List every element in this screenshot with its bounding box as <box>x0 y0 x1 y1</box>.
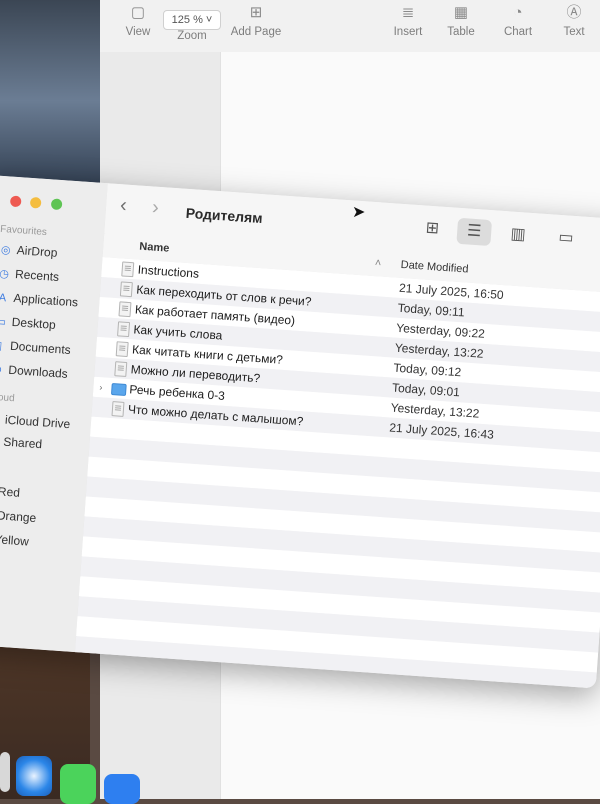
dock-app-icon[interactable] <box>0 752 10 792</box>
download-icon: ⊕ <box>0 363 3 377</box>
sidebar-item-downloads[interactable]: ⊕ Downloads <box>0 362 68 381</box>
sidebar-item-desktop[interactable]: ▭ Desktop <box>0 314 56 332</box>
list-icon: ☰ <box>466 222 482 241</box>
document-file-icon <box>115 341 129 358</box>
document-file-icon <box>118 301 132 318</box>
back-button[interactable]: ‹ <box>119 194 127 217</box>
zoom-select[interactable]: 125 % ˅ <box>162 10 222 30</box>
insert-icon: ≣ <box>401 4 415 21</box>
cloud-icon: ☁ <box>0 412 1 426</box>
name-column-header[interactable]: Name <box>139 241 170 255</box>
view-button[interactable]: ▢ View <box>120 0 156 38</box>
disclosure-triangle-icon[interactable]: › <box>99 377 103 397</box>
sidebar-item-airdrop[interactable]: ◎ AirDrop <box>0 242 58 260</box>
clock-icon: ◷ <box>0 267 10 281</box>
chart-button[interactable]: ◔ Chart <box>498 0 538 38</box>
icloud-heading: Cloud <box>0 391 15 405</box>
column-view-button[interactable]: ▥ <box>500 221 536 249</box>
insert-button[interactable]: ≣ Insert <box>388 0 428 38</box>
icon-view-button[interactable]: ⊞ <box>414 215 450 243</box>
sidebar-item-shared[interactable]: ▤Shared <box>0 433 43 452</box>
gallery-icon: ▭ <box>557 228 575 247</box>
document-file-icon <box>119 281 133 298</box>
document-file-icon <box>111 401 125 417</box>
favourites-heading: Favourites <box>0 223 48 239</box>
sidebar-tag-yellow[interactable]: Yellow <box>0 531 29 548</box>
file-list: Instructions 21 July 2025, 16:50 Как пере… <box>74 257 600 689</box>
safari-icon[interactable] <box>16 756 52 796</box>
mail-icon[interactable] <box>104 774 140 804</box>
text-button[interactable]: Ⓐ Text <box>556 0 592 38</box>
finder-window: Favourites ◎ AirDrop ◷ Recents A Applicatio… <box>0 175 600 689</box>
applications-icon: A <box>0 291 7 305</box>
folder-icon <box>110 383 127 397</box>
sidebar-tag-orange[interactable]: Orange <box>0 507 37 525</box>
list-view-button[interactable]: ☰ <box>456 217 493 247</box>
sidebar-tag-red[interactable]: Red <box>0 483 20 500</box>
pages-toolbar: ▢ View 125 % ˅ Zoom ⊞ Add Page ≣ Insert … <box>100 0 600 53</box>
columns-icon: ▥ <box>509 225 527 244</box>
sidebar-item-applications[interactable]: A Applications <box>0 290 79 309</box>
sidebar-item-recents[interactable]: ◷ Recents <box>0 266 60 284</box>
messages-icon[interactable] <box>60 764 96 804</box>
text-box-icon: Ⓐ <box>566 4 582 21</box>
document-file-icon <box>117 321 131 338</box>
sort-chevron-icon: ˄ <box>374 257 382 270</box>
mouse-pointer-icon: ➤ <box>352 204 366 221</box>
airdrop-icon: ◎ <box>0 243 11 257</box>
document-icon: ▯ <box>0 339 3 353</box>
document-file-icon <box>114 361 128 377</box>
date-modified-column-header[interactable]: Date Modified <box>400 259 469 276</box>
minimize-button[interactable] <box>30 196 42 209</box>
sidebar-icon: ▢ <box>130 4 146 21</box>
table-icon: ▦ <box>453 4 469 21</box>
add-page-button[interactable]: ⊞ Add Page <box>228 0 284 38</box>
zoom-control[interactable]: 125 % ˅ Zoom <box>162 0 222 42</box>
table-button[interactable]: ▦ Table <box>444 0 478 38</box>
sidebar-item-documents[interactable]: ▯ Documents <box>0 338 71 357</box>
grid-icon: ⊞ <box>425 219 440 238</box>
document-file-icon <box>121 261 135 278</box>
window-title: Родителям <box>185 204 264 227</box>
close-button[interactable] <box>9 195 22 208</box>
sidebar-item-icloud-drive[interactable]: ☁iCloud Drive <box>0 411 71 432</box>
chart-icon: ◔ <box>513 4 523 21</box>
window-controls <box>9 193 68 215</box>
zoom-button[interactable] <box>50 198 63 211</box>
forward-button[interactable]: › <box>151 196 159 219</box>
gallery-view-button[interactable]: ▭ <box>548 224 584 252</box>
desktop-icon: ▭ <box>0 315 7 329</box>
plus-square-icon: ⊞ <box>249 4 263 21</box>
